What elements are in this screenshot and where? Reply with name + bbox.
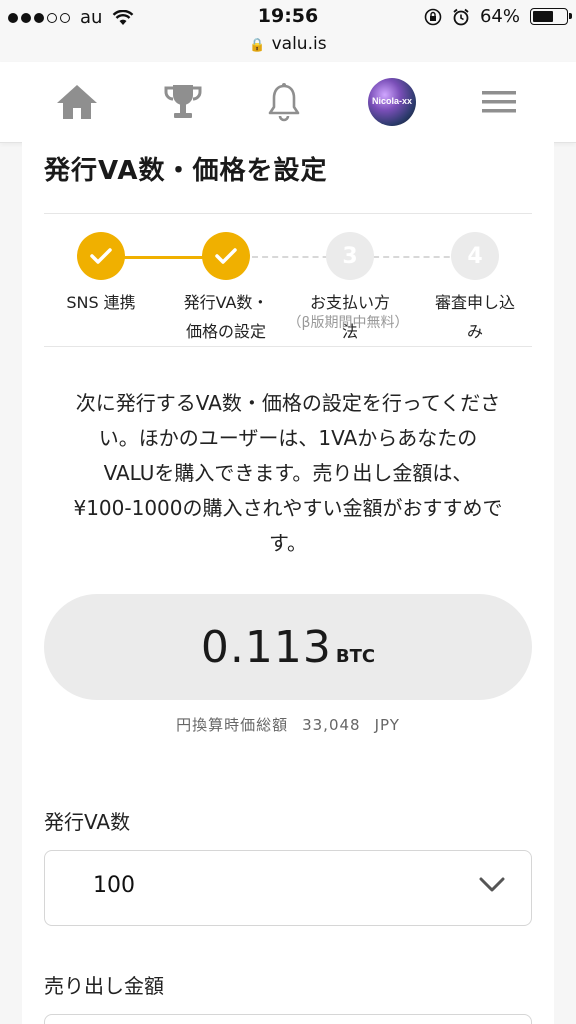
sale-price-label: 売り出し金額 [44, 974, 164, 998]
status-bar: au 19:56 64% [0, 0, 576, 34]
jpy-unit: JPY [374, 716, 400, 734]
lock-icon: 🔒 [249, 38, 266, 53]
bell-icon [268, 83, 300, 122]
sale-price-input[interactable] [44, 1014, 532, 1024]
step-2-label-line2: 価格の設定 [185, 322, 266, 341]
divider [44, 213, 532, 214]
description-line: い。ほかのユーザーは、1VAからあなたの [98, 426, 478, 450]
nav-menu[interactable] [469, 78, 529, 126]
jpy-label: 円換算時価総額 [176, 716, 289, 734]
battery-percent: 64% [479, 6, 520, 27]
price-unit: BTC [335, 645, 376, 667]
avatar: Nicola-xx [368, 78, 416, 126]
jpy-market-cap: 円換算時価総額 33,048 JPY [44, 714, 532, 735]
va-count-select[interactable]: 100 [44, 850, 532, 926]
nav-notifications[interactable] [254, 78, 314, 126]
app-header-nav: Nicola-xx [0, 62, 576, 143]
step-2-indicator [202, 232, 250, 280]
step-2-label: 発行VA数・ 価格の設定 [163, 288, 289, 346]
step-3-indicator: 3 [326, 232, 374, 280]
description-line: ¥100-1000の購入されやすい金額がおすすめで [73, 496, 503, 520]
trophy-icon [164, 85, 202, 118]
menu-icon [482, 91, 516, 113]
battery-icon [530, 8, 572, 25]
price-value: 0.113 [200, 621, 332, 673]
step-2-label-line1: 発行VA数・ [183, 293, 269, 312]
step-1-label: SNS 連携 [38, 288, 164, 317]
nav-profile[interactable]: Nicola-xx [362, 78, 422, 126]
step-3-note: （β版期間中無料） [287, 315, 409, 331]
check-icon [90, 248, 112, 264]
description-line: VALUを購入できます。売り出し金額は、 [103, 461, 473, 485]
alarm-icon [453, 8, 469, 25]
step-4-indicator: 4 [451, 232, 499, 280]
home-icon [57, 85, 97, 119]
settings-card: 発行VA数・価格を設定 3 4 SNS 連携 発行VA数・ 価格の設定 お支払い… [22, 142, 554, 1024]
orientation-lock-icon [424, 8, 442, 25]
nav-ranking[interactable] [153, 78, 213, 126]
price-display: 0.113 BTC [44, 594, 532, 700]
va-count-value: 100 [93, 873, 135, 898]
status-right: 64% [424, 6, 572, 27]
step-4-label: 審査申し込 み [412, 288, 538, 346]
step-4-label-line1: 審査申し込 [434, 293, 515, 312]
check-icon [215, 248, 237, 264]
jpy-value: 33,048 [302, 716, 361, 734]
step-1-label-line1: SNS 連携 [66, 293, 136, 312]
page-title: 発行VA数・価格を設定 [44, 156, 328, 186]
address-bar[interactable]: 🔒 valu.is [0, 34, 576, 62]
step-1-indicator [77, 232, 125, 280]
description-line: す。 [269, 531, 307, 555]
url-text: valu.is [271, 34, 327, 54]
va-count-label: 発行VA数 [44, 810, 131, 834]
description-line: 次に発行するVA数・価格の設定を行ってくださ [75, 391, 501, 415]
step-4-label-line2: み [466, 322, 483, 341]
battery-level [533, 11, 554, 22]
chevron-down-icon [479, 877, 505, 892]
avatar-text: Nicola-xx [371, 96, 413, 106]
divider [44, 346, 532, 347]
nav-home[interactable] [47, 78, 107, 126]
description: 次に発行するVA数・価格の設定を行ってくださ い。ほかのユーザーは、1VAからあ… [44, 386, 532, 561]
